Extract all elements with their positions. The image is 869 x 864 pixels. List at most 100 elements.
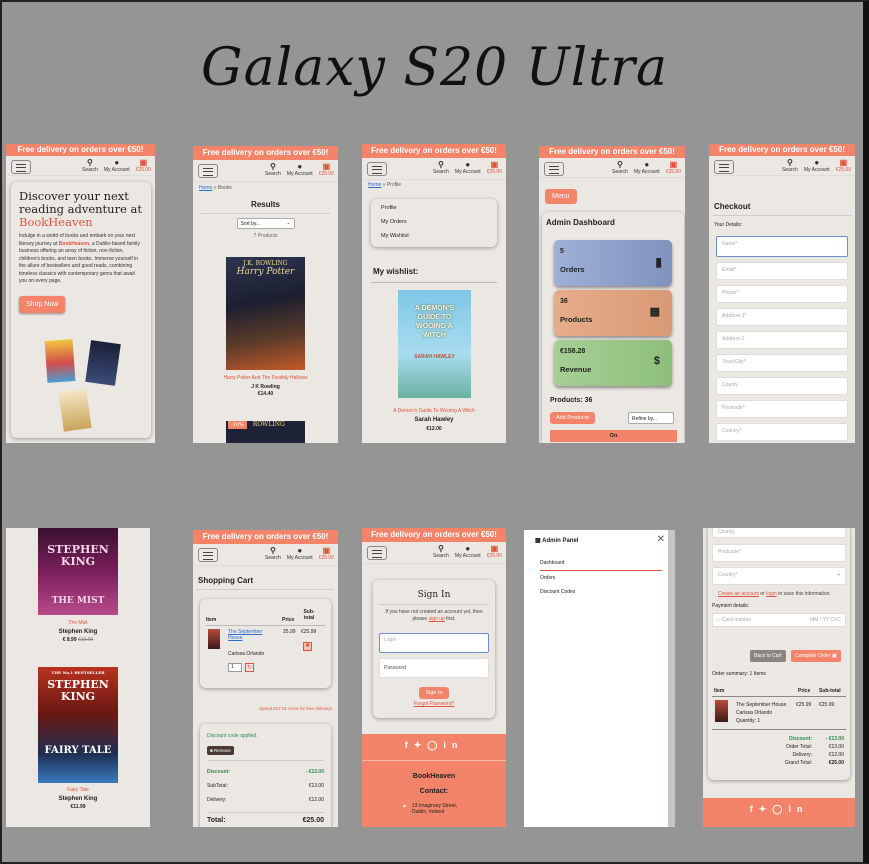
hamburger-menu-icon[interactable] xyxy=(714,160,734,174)
name-field[interactable]: Name* xyxy=(716,236,848,257)
add-products-button[interactable]: Add Products xyxy=(550,412,596,424)
delete-icon[interactable]: ■ xyxy=(303,642,312,651)
account-link[interactable]: ● My Account xyxy=(804,158,830,173)
complete-order-button[interactable]: Complete Order ▣ xyxy=(791,650,841,662)
hamburger-menu-icon[interactable] xyxy=(544,162,564,176)
create-account-link[interactable]: Create an account xyxy=(718,591,759,597)
twitter-icon[interactable]: ✦ xyxy=(414,740,428,750)
panel-item-discount-codes[interactable]: Discount Codes xyxy=(540,589,575,595)
breadcrumb-home[interactable]: Home xyxy=(199,185,212,191)
order-total-label: Order Total: xyxy=(785,744,812,750)
postcode-field[interactable]: Postcode* xyxy=(716,400,848,418)
town-field[interactable]: Town/City* xyxy=(716,354,848,372)
linkedin-icon[interactable]: in xyxy=(788,804,808,814)
book-cover-the-mist[interactable]: STEPHEN KING THE MIST xyxy=(38,528,118,615)
instagram-icon[interactable]: ◯ xyxy=(772,804,788,814)
search-link[interactable]: ⚲ Search xyxy=(612,160,628,175)
panel-item-orders[interactable]: Orders xyxy=(540,575,555,581)
update-quantity-icon[interactable]: ↻ xyxy=(245,663,254,672)
account-link[interactable]: ● My Account xyxy=(287,546,313,561)
account-link[interactable]: ● My Account xyxy=(455,544,481,559)
account-link[interactable]: ● My Account xyxy=(287,162,313,177)
address1-field[interactable]: Address 1* xyxy=(716,308,848,326)
account-link[interactable]: ● My Account xyxy=(455,160,481,175)
book-cover-demons-guide[interactable]: A DEMON'S GUIDE TO WOOING A WITCH SARAH … xyxy=(398,290,471,398)
email-field[interactable]: Email* xyxy=(716,262,848,280)
item-thumbnail[interactable] xyxy=(208,629,220,649)
col-item: Item xyxy=(206,617,217,623)
quantity-select[interactable]: 1 xyxy=(228,663,242,672)
bag-link[interactable]: ▣ €25.00 xyxy=(487,544,502,559)
order-summary-label: Order summary: 1 Items xyxy=(712,671,766,677)
book-cover-harry-potter[interactable]: J.K. ROWLING Harry Potter xyxy=(226,257,305,370)
bag-link[interactable]: ▣ €25.00 xyxy=(487,160,502,175)
discount-label: Discount: xyxy=(207,769,231,775)
hamburger-menu-icon[interactable] xyxy=(11,160,31,174)
stat-card-revenue[interactable]: €158.28 Revenue $ xyxy=(554,340,672,386)
refine-select[interactable]: Refine by... xyxy=(628,412,674,424)
account-link[interactable]: ● My Account xyxy=(104,158,130,173)
account-link[interactable]: ● My Account xyxy=(634,160,660,175)
search-link[interactable]: ⚲ Search xyxy=(82,158,98,173)
search-link[interactable]: ⚲ Search xyxy=(265,546,281,561)
admin-menu-button[interactable]: Menu xyxy=(545,189,577,204)
linkedin-icon[interactable]: in xyxy=(443,740,463,750)
stat-card-orders[interactable]: 5 Orders ▮ xyxy=(554,240,672,286)
book-cover-1[interactable] xyxy=(44,339,76,383)
county-field[interactable]: County: xyxy=(712,528,846,538)
bag-link[interactable]: ▣ €25.00 xyxy=(319,162,334,177)
phone-field[interactable]: Phone* xyxy=(716,285,848,303)
hamburger-menu-icon[interactable] xyxy=(367,546,387,560)
search-link[interactable]: ⚲ Search xyxy=(782,158,798,173)
password-field[interactable]: Password xyxy=(379,658,489,678)
book-cover-2[interactable] xyxy=(85,340,121,386)
county-field[interactable]: County xyxy=(716,377,848,395)
stat-card-products[interactable]: 36 Products ▩ xyxy=(554,290,672,336)
book-title[interactable]: A Demon's Guide To Wooing A Witch xyxy=(362,408,506,414)
facebook-icon[interactable]: f xyxy=(405,740,414,750)
hamburger-menu-icon[interactable] xyxy=(367,162,387,176)
country-select[interactable]: Country* xyxy=(716,423,848,441)
back-to-cart-button[interactable]: Back to Cart xyxy=(750,650,786,662)
bag-link[interactable]: ▣ €25.00 xyxy=(319,546,334,561)
hamburger-menu-icon[interactable] xyxy=(198,164,218,178)
bag-link[interactable]: ▣ €25.00 xyxy=(136,158,151,173)
forgot-password-link[interactable]: Forgot Password? xyxy=(373,701,495,707)
postcode-field[interactable]: Postcode* xyxy=(712,544,846,562)
book-title[interactable]: The Mist xyxy=(6,620,150,626)
book-cover-3[interactable] xyxy=(58,388,92,432)
facebook-icon[interactable]: f xyxy=(750,804,759,814)
item-title[interactable]: The September House xyxy=(228,629,272,641)
results-heading: Results xyxy=(251,200,280,209)
breadcrumb-home[interactable]: Home xyxy=(368,182,381,188)
bag-link[interactable]: ▣ €25.00 xyxy=(666,160,681,175)
book-cover-fairy-tale[interactable]: THE No.1 BESTSELLER STEPHEN KING FAIRY T… xyxy=(38,667,118,783)
signup-link[interactable]: sign up xyxy=(429,616,445,622)
twitter-icon[interactable]: ✦ xyxy=(759,804,773,814)
card-field[interactable]: ▭ Card number MM / YY CVC xyxy=(712,613,846,627)
profile-menu-item-orders[interactable]: My Orders xyxy=(381,219,487,225)
hamburger-menu-icon[interactable] xyxy=(198,548,218,562)
bag-link[interactable]: ▣ €25.00 xyxy=(836,158,851,173)
book-cover-2[interactable]: -10% ROWLING xyxy=(226,421,305,443)
country-select[interactable]: Country* ⌄ xyxy=(712,567,846,585)
sort-select[interactable]: Sort by... ⌄ xyxy=(236,218,295,229)
shop-now-button[interactable]: Shop Now xyxy=(19,295,66,313)
instagram-icon[interactable]: ◯ xyxy=(427,740,443,750)
search-link[interactable]: ⚲ Search xyxy=(265,162,281,177)
panel-item-dashboard[interactable]: Dashboard xyxy=(540,560,662,571)
close-icon[interactable]: ✕ xyxy=(657,534,665,545)
remove-discount-button[interactable]: ■ Remove xyxy=(207,746,234,755)
book-title[interactable]: Fairy Tale xyxy=(6,787,150,793)
profile-menu-item-wishlist[interactable]: My Wishlist xyxy=(381,233,487,239)
profile-menu-item-profile[interactable]: Profile xyxy=(381,205,487,211)
book-title[interactable]: Harry Potter And The Deathly Hallows xyxy=(193,375,338,381)
hero-card: Discover your next reading adventure at … xyxy=(11,182,151,438)
search-link[interactable]: ⚲ Search xyxy=(433,544,449,559)
discount-applied-text: Discount code applied. xyxy=(207,733,258,739)
login-field[interactable]: Login xyxy=(379,633,489,653)
address2-field[interactable]: Address 2 xyxy=(716,331,848,349)
login-link[interactable]: login xyxy=(766,591,777,597)
search-link[interactable]: ⚲ Search xyxy=(433,160,449,175)
signin-button[interactable]: Sign In xyxy=(419,687,449,699)
